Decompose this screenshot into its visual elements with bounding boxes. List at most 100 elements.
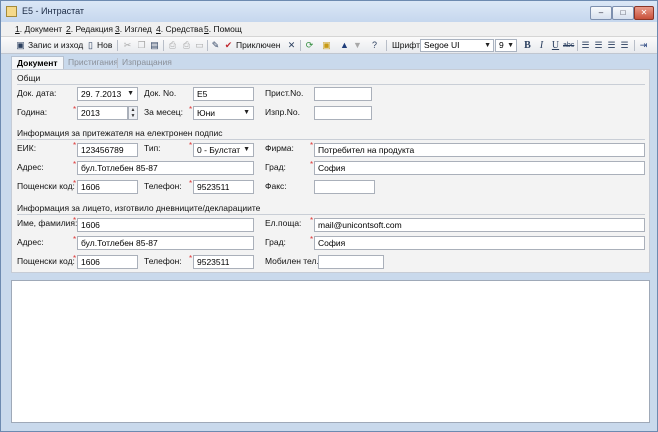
- menu-help[interactable]: 5. Помощ: [204, 24, 242, 34]
- dispatch-no-field[interactable]: [314, 106, 372, 120]
- menu-edit[interactable]: 2. Редакция: [66, 24, 113, 34]
- attach-icon[interactable]: ▣: [321, 40, 332, 51]
- app-icon: [6, 6, 17, 17]
- doc-no-label: Док. No.: [144, 88, 177, 98]
- edit-icon[interactable]: ✎: [210, 40, 221, 51]
- year-field[interactable]: 2013: [77, 106, 128, 120]
- app-window: E5 - Интрастат – □ ✕ 1. Документ 2. Реда…: [0, 0, 658, 432]
- name-field[interactable]: 1606: [77, 218, 254, 232]
- font-family-select[interactable]: Segoe UI ▼: [420, 39, 494, 52]
- chevron-down-icon: ▼: [484, 42, 491, 49]
- year-spinner[interactable]: ▲ ▼: [128, 106, 138, 120]
- type-select[interactable]: 0 - Булстат ▼: [193, 143, 254, 157]
- toolbar: ▣ Запис и изход ▯ Нов ✂ ❐ ▤ ⎙ ⎙ ▭ ✎ ✔ Пр…: [1, 37, 657, 54]
- postcode-field[interactable]: 1606: [77, 180, 138, 194]
- close-button[interactable]: ✕: [634, 6, 654, 20]
- minimize-button[interactable]: –: [590, 6, 612, 20]
- cancel-icon[interactable]: ✕: [286, 40, 297, 51]
- arrival-no-label: Приcт.No.: [265, 88, 304, 98]
- tab-dispatches[interactable]: Изпращания: [117, 56, 177, 69]
- address-field[interactable]: бул.Тотлебен 85-87: [77, 161, 254, 175]
- menu-document[interactable]: 1. Документ: [15, 24, 62, 34]
- fax-field[interactable]: [314, 180, 375, 194]
- align-right-icon[interactable]: ☰: [606, 40, 617, 51]
- tab-document[interactable]: Документ: [11, 56, 64, 69]
- export-icon[interactable]: ▭: [194, 40, 205, 51]
- spin-down-icon[interactable]: ▼: [129, 113, 137, 119]
- doc-no-field[interactable]: E5: [193, 87, 254, 101]
- check-icon[interactable]: ✔: [223, 40, 234, 51]
- required-mark: *: [189, 105, 193, 114]
- address-field[interactable]: бул.Тотлебен 85-87: [77, 236, 254, 250]
- paste-icon[interactable]: ▤: [149, 40, 160, 51]
- save-and-exit-button[interactable]: Запис и изход: [28, 39, 83, 52]
- company-label: Фирма:: [265, 143, 294, 153]
- section-title-general: Общи: [17, 73, 41, 83]
- toolbar-separator: [117, 40, 118, 51]
- arrow-up-icon[interactable]: ▲: [339, 40, 350, 51]
- toolbar-separator: [386, 40, 387, 51]
- phone-field[interactable]: 9523511: [193, 180, 254, 194]
- title-bar: E5 - Интрастат – □ ✕: [1, 1, 657, 22]
- email-label: Ел.поща:: [265, 218, 302, 228]
- doc-date-label: Док. дата:: [17, 88, 57, 98]
- underline-icon[interactable]: U: [550, 40, 561, 51]
- toolbar-separator: [577, 40, 578, 51]
- toolbar-separator: [163, 40, 164, 51]
- new-icon[interactable]: ▯: [85, 40, 96, 51]
- copy-icon[interactable]: ❐: [136, 40, 147, 51]
- arrival-no-field[interactable]: [314, 87, 372, 101]
- eik-field[interactable]: 123456789: [77, 143, 138, 157]
- maximize-button[interactable]: □: [612, 6, 634, 20]
- print-icon[interactable]: ⎙: [167, 40, 178, 51]
- window-title: E5 - Интрастат: [22, 6, 85, 16]
- chevron-down-icon: ▼: [507, 42, 514, 49]
- notes-editor[interactable]: [11, 280, 650, 423]
- new-button[interactable]: Нов: [97, 39, 112, 52]
- address-label: Адрес:: [17, 237, 44, 247]
- doc-date-field[interactable]: 29. 7.2013 ▼: [77, 87, 138, 101]
- font-size-select[interactable]: 9 ▼: [495, 39, 517, 52]
- refresh-icon[interactable]: ⟳: [304, 40, 315, 51]
- postcode-field[interactable]: 1606: [77, 255, 138, 269]
- required-mark: *: [73, 141, 77, 150]
- help-icon[interactable]: ?: [369, 40, 380, 51]
- bold-icon[interactable]: B: [522, 40, 533, 51]
- eik-label: ЕИК:: [17, 143, 37, 153]
- strikethrough-icon[interactable]: abc: [563, 40, 574, 51]
- indent-icon[interactable]: ⇥: [638, 40, 649, 51]
- required-mark: *: [189, 254, 193, 263]
- toolbar-separator: [300, 40, 301, 51]
- month-select[interactable]: Юни ▼: [193, 106, 254, 120]
- font-label: Шрифт:: [392, 40, 423, 50]
- phone-field[interactable]: 9523511: [193, 255, 254, 269]
- divider: [17, 214, 645, 215]
- email-field[interactable]: mail@unicontsoft.com: [314, 218, 645, 232]
- arrow-down-icon[interactable]: ▼: [352, 40, 363, 51]
- tab-arrivals[interactable]: Пристигания: [63, 56, 123, 69]
- company-field[interactable]: Потребител на продукта: [314, 143, 645, 157]
- menu-tools[interactable]: 4. Средства: [156, 24, 203, 34]
- complete-button[interactable]: Приключен: [236, 39, 280, 52]
- phone-label: Телефон:: [144, 256, 182, 266]
- required-mark: *: [310, 141, 314, 150]
- city-field[interactable]: София: [314, 161, 645, 175]
- city-field[interactable]: София: [314, 236, 645, 250]
- menu-view[interactable]: 3. Изглед: [115, 24, 152, 34]
- city-label: Град:: [265, 162, 286, 172]
- required-mark: *: [73, 179, 77, 188]
- mobile-field[interactable]: [318, 255, 384, 269]
- required-mark: *: [73, 105, 77, 114]
- save-icon[interactable]: ▣: [15, 40, 26, 51]
- cut-icon[interactable]: ✂: [122, 40, 133, 51]
- justify-icon[interactable]: ☰: [619, 40, 630, 51]
- name-label: Име, фамилия:: [17, 218, 78, 228]
- align-left-icon[interactable]: ☰: [580, 40, 591, 51]
- mobile-label: Мобилен тел.: [265, 256, 319, 266]
- document-form: Общи Док. дата: 29. 7.2013 ▼ Док. No. E5 …: [11, 69, 650, 273]
- align-center-icon[interactable]: ☰: [593, 40, 604, 51]
- required-mark: *: [73, 235, 77, 244]
- italic-icon[interactable]: I: [536, 40, 547, 51]
- required-mark: *: [189, 179, 193, 188]
- print-preview-icon[interactable]: ⎙: [181, 40, 192, 51]
